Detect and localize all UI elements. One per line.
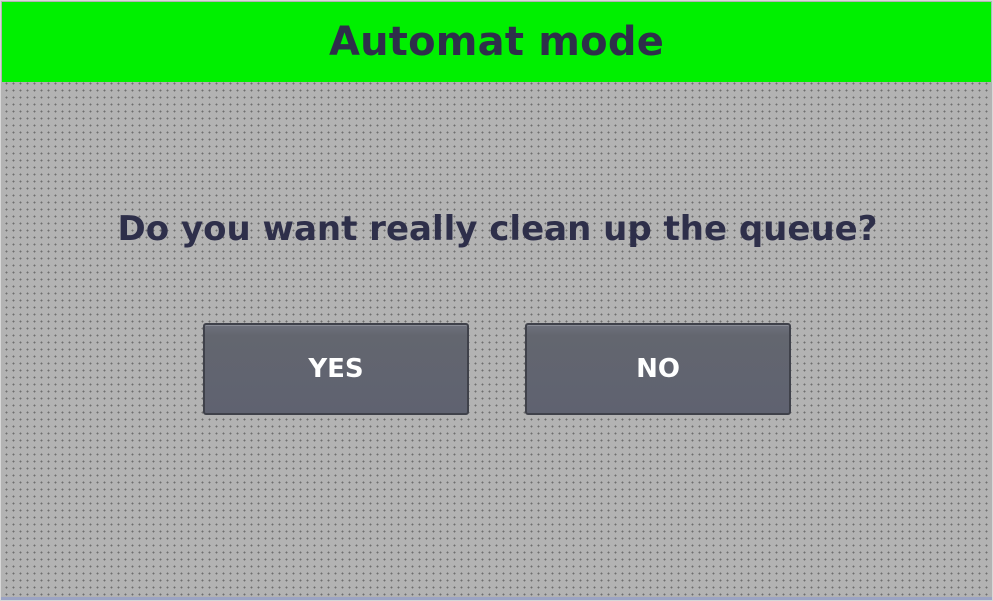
no-button[interactable]: NO	[525, 323, 791, 415]
no-button-label: NO	[636, 354, 680, 384]
yes-button-label: YES	[308, 354, 364, 384]
bottom-border	[1, 597, 992, 600]
yes-button[interactable]: YES	[203, 323, 469, 415]
mode-title: Automat mode	[328, 19, 665, 65]
mode-header-bar: Automat mode	[2, 2, 991, 82]
confirmation-question: Do you want really clean up the queue?	[117, 209, 878, 249]
hmi-screen: Automat mode Do you want really clean up…	[0, 0, 993, 601]
